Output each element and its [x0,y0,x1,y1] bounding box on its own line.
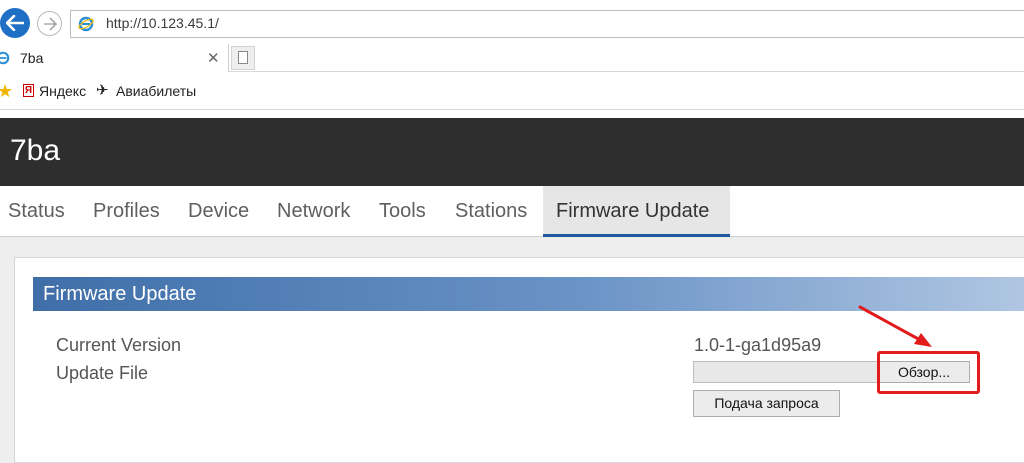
back-button[interactable] [0,8,30,38]
ie-icon [78,16,94,32]
forward-button[interactable] [37,11,62,36]
yandex-icon: Я [23,84,34,97]
plane-icon: ✈ [96,82,109,99]
new-tab-button[interactable] [231,46,255,70]
favorites-star-icon[interactable]: ★ [0,81,13,102]
update-file-label: Update File [56,363,149,383]
forward-arrow-icon [44,17,57,31]
nav-network[interactable]: Network [277,200,350,223]
update-file-input[interactable] [693,361,878,383]
back-arrow-icon [6,15,24,31]
current-version-value: 1.0-1-ga1d95a9 [694,335,822,355]
site-title: 7ba [10,134,61,167]
submit-button[interactable]: Подача запроса [693,390,840,417]
annotation-arrow-icon [858,305,932,347]
nav-profiles[interactable]: Profiles [93,200,160,223]
tab-close-icon[interactable]: ✕ [207,49,220,67]
current-version-label: Current Version [56,335,182,355]
site-header [0,118,1024,186]
panel-title: Firmware Update [43,283,197,305]
nav-stations[interactable]: Stations [455,200,527,223]
nav-status[interactable]: Status [8,200,65,223]
new-tab-icon [238,51,248,64]
favorite-link-avia[interactable]: Авиабилеты [116,83,196,99]
nav-tools[interactable]: Tools [379,200,426,223]
nav-firmware-update[interactable]: Firmware Update [556,200,709,223]
annotation-highlight-box [877,351,980,394]
tab-ie-icon [0,51,10,65]
tab-title: 7ba [20,50,44,66]
nav-device[interactable]: Device [188,200,249,223]
favorite-link-yandex[interactable]: Яндекс [39,83,86,99]
url-text: http://10.123.45.1/ [106,15,219,31]
